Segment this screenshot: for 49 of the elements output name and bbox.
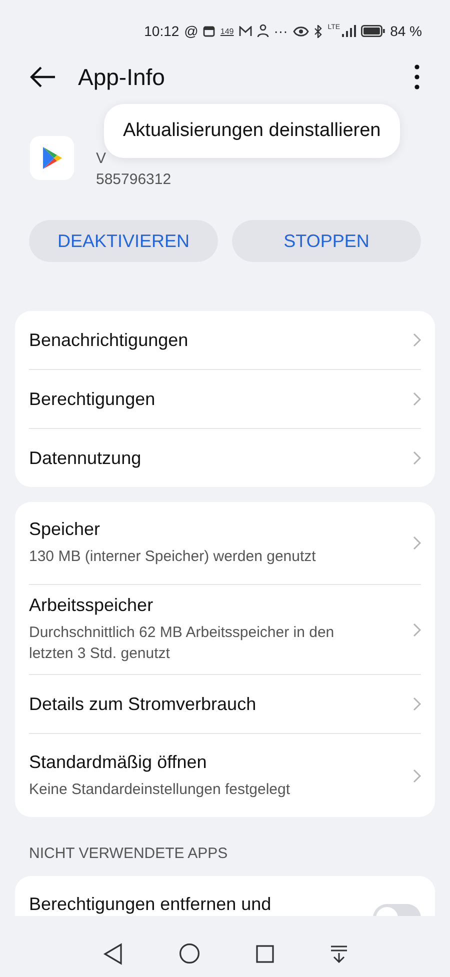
row-subtitle: 130 MB (interner Speicher) werden genutzt <box>29 547 316 567</box>
row-title: Datennutzung <box>29 448 142 468</box>
status-time: 10:12 <box>144 23 180 39</box>
row-title: Berechtigungen <box>29 388 156 410</box>
status-more: ··· <box>274 23 288 39</box>
row-title: Arbeitsspeicher <box>29 595 154 616</box>
row-title: Berechtigungen entfernen und <box>29 894 272 915</box>
eye-icon <box>292 26 309 36</box>
more-options-icon[interactable] <box>414 64 420 90</box>
signal-icon <box>342 25 356 37</box>
bluetooth-icon <box>314 24 323 38</box>
app-icon <box>30 136 74 180</box>
status-count-label: 149 <box>220 26 234 36</box>
battery-icon <box>361 25 386 37</box>
settings-row[interactable]: Standardmäßig öffnen Keine Standardeinstellungen festgelegt <box>29 734 421 817</box>
person-icon <box>256 24 269 38</box>
row-title: Standardmäßig öffnen <box>29 752 208 772</box>
chevron-icon <box>413 451 421 465</box>
chevron-icon <box>413 392 421 406</box>
settings-row[interactable]: Arbeitsspeicher Durchschnittlich 62 MB Arbeitsspeicher in den letzten 3 Std. genutzt <box>29 585 421 675</box>
settings-row[interactable]: Speicher 130 MB (interner Speicher) werden genutzt <box>29 502 421 585</box>
settings-row[interactable]: Benachrichtigungen <box>29 311 421 370</box>
settings-row[interactable]: Berechtigungen <box>29 370 421 429</box>
chevron-icon <box>413 697 421 711</box>
row-title: Speicher <box>29 519 102 540</box>
settings-row[interactable]: Datennutzung <box>29 429 421 487</box>
chevron-icon <box>413 536 421 550</box>
back-icon[interactable] <box>30 66 56 88</box>
home-nav-icon[interactable] <box>178 943 200 964</box>
back-nav-icon[interactable] <box>102 942 122 964</box>
section-header: NICHT VERWENDETE APPS <box>28 844 229 864</box>
action-button[interactable]: DEAKTIVIEREN <box>29 220 218 262</box>
notification-nav-icon[interactable] <box>330 944 348 962</box>
settings-row[interactable]: Details zum Stromverbrauch <box>29 675 421 734</box>
mail-icon <box>238 26 252 36</box>
battery-percent: 84 % <box>390 23 422 39</box>
status-at: @ <box>184 23 198 39</box>
chevron-icon <box>413 768 421 782</box>
row-title: Details zum Stromverbrauch <box>29 694 256 714</box>
action-button[interactable]: STOPPEN <box>232 220 421 262</box>
page-title: App-Info <box>78 64 166 90</box>
row-subtitle: Durchschnittlich 62 MB Arbeitsspeicher in den letzten 3 Std. genutzt <box>29 623 336 664</box>
recents-nav-icon[interactable] <box>256 944 274 962</box>
chevron-icon <box>413 622 421 636</box>
row-title: Benachrichtigungen <box>29 330 188 350</box>
row-subtitle: Keine Standardeinstellungen festgelegt <box>29 780 290 800</box>
calendar-icon <box>203 25 216 37</box>
app-version-code: 585796312 <box>96 170 172 190</box>
chevron-icon <box>413 333 421 347</box>
